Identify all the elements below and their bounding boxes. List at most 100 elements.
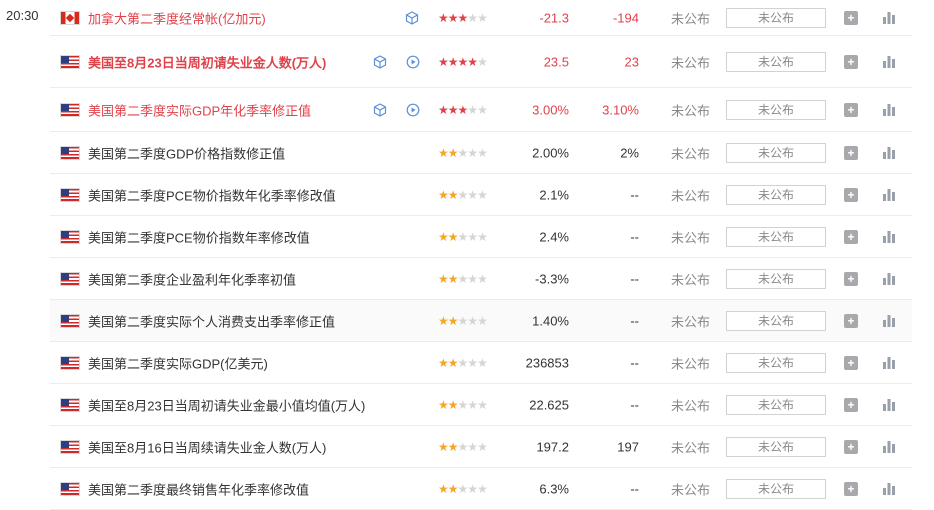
star-icon: ★ (477, 313, 488, 328)
bar-chart-icon[interactable] (882, 55, 896, 69)
importance-stars: ★★★★★ (438, 439, 488, 454)
star-icon: ★ (477, 10, 488, 25)
bar-chart-icon[interactable] (882, 146, 896, 160)
star-icon: ★ (447, 229, 459, 244)
cube-icon[interactable] (373, 54, 387, 69)
star-icon: ★ (477, 102, 488, 117)
add-icon[interactable]: + (844, 481, 858, 496)
event-row: 美国至8月23日当周初请失业金人数(万人) ★★★★★ 23.5 23 未公布 未公布 + (50, 36, 912, 88)
star-icon: ★ (438, 481, 449, 496)
unreleased-button[interactable]: 未公布 (726, 184, 826, 205)
star-icon: ★ (467, 271, 478, 286)
star-icon: ★ (457, 481, 469, 496)
star-icon: ★ (447, 187, 459, 202)
importance-stars: ★★★★★ (438, 481, 488, 496)
unreleased-button[interactable]: 未公布 (726, 436, 826, 457)
event-name[interactable]: 加拿大第二季度经常帐(亿加元) (88, 8, 266, 27)
add-icon[interactable]: + (844, 313, 858, 328)
consensus-value: 23 (624, 54, 639, 69)
importance-stars: ★★★★★ (438, 187, 488, 202)
add-icon[interactable]: + (844, 355, 858, 370)
star-icon: ★ (447, 271, 459, 286)
add-icon[interactable]: + (844, 187, 858, 202)
unreleased-button[interactable]: 未公布 (726, 478, 826, 499)
unreleased-button[interactable]: 未公布 (726, 7, 826, 28)
add-icon[interactable]: + (844, 102, 858, 117)
add-icon[interactable]: + (844, 229, 858, 244)
event-name[interactable]: 美国第二季度实际GDP(亿美元) (88, 353, 268, 372)
event-row: 美国至8月23日当周初请失业金最小值均值(万人) ★★★★★ 22.625 -- 未公布… (50, 384, 912, 426)
event-name[interactable]: 美国第二季度实际个人消费支出季率修正值 (88, 311, 335, 330)
event-name[interactable]: 美国至8月23日当周初请失业金人数(万人) (88, 52, 326, 71)
star-icon: ★ (467, 187, 478, 202)
us-flag-icon (60, 145, 80, 160)
unreleased-button[interactable]: 未公布 (726, 51, 826, 72)
actual-value: 未公布 (671, 398, 711, 413)
star-icon: ★ (467, 10, 478, 25)
star-icon: ★ (467, 397, 478, 412)
unreleased-button[interactable]: 未公布 (726, 268, 826, 289)
bar-chart-icon[interactable] (882, 272, 896, 286)
star-icon: ★ (477, 271, 488, 286)
star-icon: ★ (457, 229, 469, 244)
star-icon: ★ (477, 54, 488, 69)
consensus-value: -- (630, 397, 639, 412)
add-icon[interactable]: + (844, 54, 858, 69)
event-name[interactable]: 美国第二季度GDP价格指数修正值 (88, 143, 285, 162)
play-icon[interactable] (406, 103, 420, 117)
unreleased-button[interactable]: 未公布 (726, 310, 826, 331)
bar-chart-icon[interactable] (882, 356, 896, 370)
star-icon: ★ (457, 145, 469, 160)
us-flag-icon (60, 54, 80, 69)
event-name[interactable]: 美国第二季度PCE物价指数年率修改值 (88, 227, 310, 246)
event-row: 美国第二季度实际个人消费支出季率修正值 ★★★★★ 1.40% -- 未公布 未公布 + (50, 300, 912, 342)
bar-chart-icon[interactable] (882, 103, 896, 117)
star-icon: ★ (438, 145, 449, 160)
unreleased-button[interactable]: 未公布 (726, 352, 826, 373)
star-icon: ★ (457, 54, 469, 69)
event-name[interactable]: 美国第二季度最终销售年化季率修改值 (88, 479, 309, 498)
previous-value: -3.3% (535, 271, 569, 286)
star-icon: ★ (438, 397, 449, 412)
unreleased-button[interactable]: 未公布 (726, 142, 826, 163)
bar-chart-icon[interactable] (882, 11, 896, 25)
importance-stars: ★★★★★ (438, 271, 488, 286)
unreleased-button[interactable]: 未公布 (726, 394, 826, 415)
previous-value: -21.3 (539, 10, 569, 25)
add-icon[interactable]: + (844, 145, 858, 160)
add-icon[interactable]: + (844, 10, 858, 25)
us-flag-icon (60, 102, 80, 117)
importance-stars: ★★★★★ (438, 229, 488, 244)
event-name[interactable]: 美国第二季度企业盈利年化季率初值 (88, 269, 296, 288)
event-name[interactable]: 美国至8月16日当周续请失业金人数(万人) (88, 437, 326, 456)
previous-value: 2.1% (539, 187, 569, 202)
cube-icon[interactable] (373, 102, 387, 117)
cube-icon[interactable] (405, 10, 419, 25)
add-icon[interactable]: + (844, 271, 858, 286)
bar-chart-icon[interactable] (882, 398, 896, 412)
importance-stars: ★★★★★ (438, 54, 488, 69)
event-name[interactable]: 美国第二季度实际GDP年化季率修正值 (88, 100, 311, 119)
star-icon: ★ (477, 145, 488, 160)
bar-chart-icon[interactable] (882, 440, 896, 454)
bar-chart-icon[interactable] (882, 314, 896, 328)
event-name[interactable]: 美国至8月23日当周初请失业金最小值均值(万人) (88, 395, 365, 414)
play-icon[interactable] (406, 55, 420, 69)
unreleased-button[interactable]: 未公布 (726, 226, 826, 247)
importance-stars: ★★★★★ (438, 10, 488, 25)
event-name[interactable]: 美国第二季度PCE物价指数年化季率修改值 (88, 185, 336, 204)
unreleased-button[interactable]: 未公布 (726, 99, 826, 120)
add-icon[interactable]: + (844, 439, 858, 454)
event-row: 美国第二季度实际GDP年化季率修正值 ★★★★★ 3.00% 3.10% 未公布 未公布 + (50, 88, 912, 132)
add-icon[interactable]: + (844, 397, 858, 412)
bar-chart-icon[interactable] (882, 230, 896, 244)
star-icon: ★ (447, 313, 459, 328)
bar-chart-icon[interactable] (882, 482, 896, 496)
star-icon: ★ (477, 229, 488, 244)
us-flag-icon (60, 187, 80, 202)
star-icon: ★ (467, 439, 478, 454)
star-icon: ★ (438, 102, 449, 117)
previous-value: 2.00% (532, 145, 569, 160)
star-icon: ★ (457, 10, 469, 25)
bar-chart-icon[interactable] (882, 188, 896, 202)
